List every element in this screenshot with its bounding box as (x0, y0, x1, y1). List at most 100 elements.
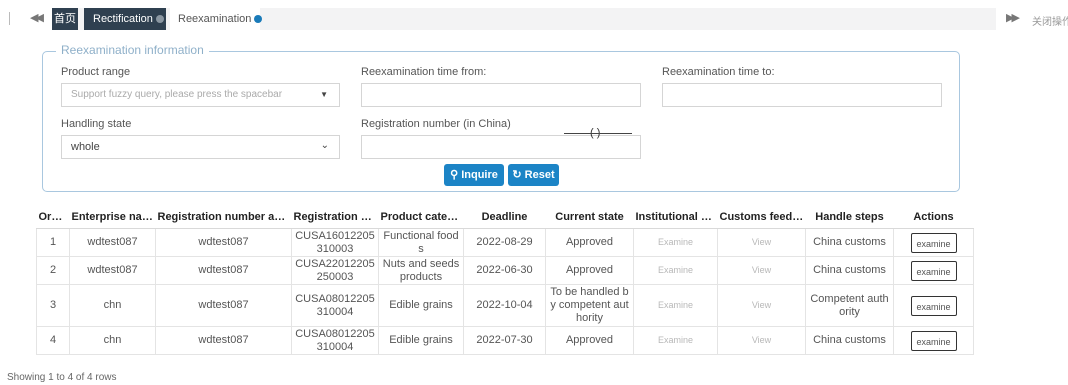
scroll-left-icon[interactable]: ◀◀ (30, 11, 44, 24)
cell-deadline: 2022-07-30 (463, 326, 546, 355)
search-icon: ⚲ (450, 169, 459, 181)
cell-order: 4 (36, 326, 70, 355)
tab-rectification-label: Rectification (93, 13, 153, 25)
pagination-summary: Showing 1 to 4 of 4 rows (7, 372, 117, 383)
cell-category: Nuts and seeds products (378, 256, 464, 285)
cell-actions: examine (893, 256, 974, 285)
tab-home[interactable]: 首页 (52, 8, 78, 30)
handling-state-select[interactable]: whole ⌄ (61, 135, 340, 159)
examine-button[interactable]: examine (910, 330, 957, 351)
handling-state-value: whole (71, 141, 100, 153)
column-header-enterprise-name[interactable]: Enterprise name (69, 206, 156, 229)
cell-enterprise: wdtest087 (69, 228, 156, 257)
cell-deadline: 2022-06-30 (463, 256, 546, 285)
cell-state: Approved (545, 326, 634, 355)
inquire-label: Inquire (461, 169, 498, 181)
customs-view-link[interactable]: View (717, 284, 806, 327)
institutional-examine-link[interactable]: Examine (633, 284, 718, 327)
table-row: 4 chn wdtest087 CUSA08012205310004 Edibl… (36, 326, 974, 355)
scroll-right-icon[interactable]: ▶▶ (1006, 11, 1020, 24)
tab-reexamination-label: Reexamination (178, 13, 252, 25)
inquire-button[interactable]: ⚲ Inquire (444, 164, 504, 186)
refresh-icon: ↻ (512, 169, 522, 181)
customs-view-link[interactable]: View (717, 326, 806, 355)
close-tab-icon[interactable] (254, 15, 263, 23)
registration-number-label: Registration number (in China) (361, 118, 511, 130)
tab-reexamination[interactable]: Reexamination (170, 8, 263, 30)
cell-enterprise: chn (69, 284, 156, 327)
cell-registration-number: CUSA16012205310003 (291, 228, 379, 257)
cell-steps: China customs (805, 228, 894, 257)
time-to-label: Reexamination time to: (662, 66, 775, 78)
time-from-label: Reexamination time from: (361, 66, 487, 78)
cell-category: Edible grains (378, 326, 464, 355)
customs-view-link[interactable]: View (717, 228, 806, 257)
cell-registration-number: CUSA22012205250003 (291, 256, 379, 285)
cell-state: To be handled by competent authority (545, 284, 634, 327)
product-range-label: Product range (61, 66, 131, 78)
column-header-current-state[interactable]: Current state (545, 206, 634, 229)
column-header-registration-number[interactable]: Registration nu... (291, 206, 379, 229)
cell-order: 2 (36, 256, 70, 285)
column-header-deadline[interactable]: Deadline (463, 206, 546, 229)
cell-state: Approved (545, 228, 634, 257)
close-operations-button[interactable]: 关闭操作 (1032, 13, 1068, 28)
cell-steps: China customs (805, 256, 894, 285)
cell-approval: wdtest087 (155, 284, 292, 327)
cell-deadline: 2022-10-04 (463, 284, 546, 327)
cell-state: Approved (545, 256, 634, 285)
tab-bar-divider (9, 12, 10, 25)
cell-steps: China customs (805, 326, 894, 355)
cell-enterprise: chn (69, 326, 156, 355)
product-range-select[interactable]: Support fuzzy query, please press the sp… (61, 83, 340, 107)
overlay-line (564, 133, 632, 134)
handling-state-label: Handling state (61, 118, 132, 130)
column-header-registration-approval[interactable]: Registration number appr... (155, 206, 292, 229)
cell-enterprise: wdtest087 (69, 256, 156, 285)
reset-label: Reset (524, 169, 555, 181)
cell-approval: wdtest087 (155, 228, 292, 257)
tab-rectification[interactable]: Rectification (84, 8, 166, 30)
cell-actions: examine (893, 326, 974, 355)
table-row: 2 wdtest087 wdtest087 CUSA22012205250003… (36, 256, 974, 285)
tab-bar: ◀◀ 首页 Rectification Reexamination ▶▶ 关闭操… (0, 8, 1068, 30)
close-tab-icon[interactable] (155, 15, 164, 23)
caret-down-icon: ▼ (320, 90, 328, 99)
column-header-product-category[interactable]: Product catego... (378, 206, 464, 229)
cell-order: 1 (36, 228, 70, 257)
cell-approval: wdtest087 (155, 326, 292, 355)
tab-home-label: 首页 (54, 13, 76, 25)
examine-button[interactable]: examine (910, 232, 957, 253)
time-from-input[interactable] (361, 83, 641, 107)
cell-category: Edible grains (378, 284, 464, 327)
cell-actions: examine (893, 284, 974, 327)
reset-button[interactable]: ↻ Reset (508, 164, 559, 186)
cell-category: Functional foods (378, 228, 464, 257)
panel-legend: Reexamination information (56, 43, 209, 57)
cell-approval: wdtest087 (155, 256, 292, 285)
column-header-handle-steps[interactable]: Handle steps (805, 206, 894, 229)
product-range-placeholder: Support fuzzy query, please press the sp… (71, 89, 283, 100)
institutional-examine-link[interactable]: Examine (633, 326, 718, 355)
examine-button[interactable]: examine (910, 260, 957, 281)
institutional-examine-link[interactable]: Examine (633, 256, 718, 285)
examine-button[interactable]: examine (910, 295, 957, 316)
cell-registration-number: CUSA08012205310004 (291, 284, 379, 327)
table-header-row: Orde... Enterprise name Registration num… (36, 206, 974, 229)
customs-view-link[interactable]: View (717, 256, 806, 285)
cell-registration-number: CUSA08012205310004 (291, 326, 379, 355)
table-row: 1 wdtest087 wdtest087 CUSA16012205310003… (36, 228, 974, 257)
column-header-order[interactable]: Orde... (36, 206, 70, 229)
column-header-actions: Actions (893, 206, 974, 229)
institutional-examine-link[interactable]: Examine (633, 228, 718, 257)
column-header-customs-feedback[interactable]: Customs feedb... (717, 206, 806, 229)
table-row: 3 chn wdtest087 CUSA08012205310004 Edibl… (36, 284, 974, 327)
cell-actions: examine (893, 228, 974, 257)
reexamination-table: Orde... Enterprise name Registration num… (36, 206, 974, 355)
time-to-input[interactable] (662, 83, 942, 107)
chevron-down-icon: ⌄ (320, 140, 329, 151)
column-header-institutional-feedback[interactable]: Institutional fe... (633, 206, 718, 229)
cell-order: 3 (36, 284, 70, 327)
cell-steps: Competent authority (805, 284, 894, 327)
cell-deadline: 2022-08-29 (463, 228, 546, 257)
